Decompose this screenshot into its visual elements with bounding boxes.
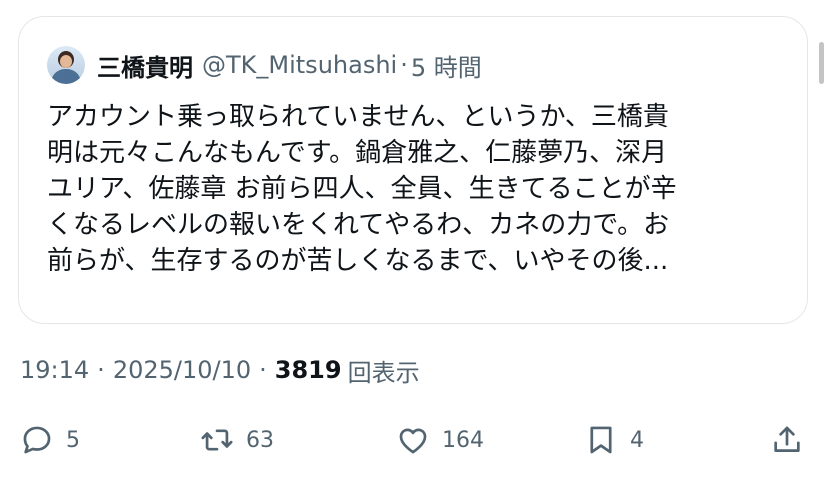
like-button[interactable]: 164 <box>396 418 484 462</box>
share-button[interactable] <box>770 418 804 462</box>
text-line: ユリア、佐藤章 お前ら四人、全員、生きてることが辛 <box>47 174 677 204</box>
views-label[interactable]: 回表示 <box>348 353 420 388</box>
separator-dot: · <box>97 356 105 384</box>
text-line: アカウント乗っ取られていません、というか、三橋貴 <box>47 102 669 132</box>
bookmark-icon <box>590 426 612 454</box>
post-date[interactable]: 2025/10/10 <box>113 356 251 384</box>
separator-dot: · <box>259 356 267 384</box>
separator-dot: · <box>400 51 408 79</box>
post-meta: 19:14 · 2025/10/10 · 3819 回表示 <box>20 352 420 388</box>
repost-count: 63 <box>246 427 274 453</box>
post-time[interactable]: 19:14 <box>20 356 89 384</box>
text-line: くなるレベルの報いをくれてやるわ、カネの力で。お <box>47 210 670 240</box>
action-bar: 5 63 164 4 <box>0 418 828 462</box>
avatar[interactable] <box>47 46 85 84</box>
quoted-post-header: 三橋貴明 @TK_Mitsuhashi · 5 時間 <box>47 45 482 85</box>
text-line: 明は元々こんなもんです。鍋倉雅之、仁藤夢乃、深月 <box>47 138 668 168</box>
views-count[interactable]: 3819 <box>275 356 342 384</box>
user-handle[interactable]: @TK_Mitsuhashi <box>202 51 397 79</box>
scrollbar[interactable] <box>819 42 824 84</box>
text-line: 前らが、生存するのが苦しくなるまで、いやその後... <box>47 246 669 276</box>
reply-count: 5 <box>66 427 80 453</box>
bookmark-count: 4 <box>630 427 644 453</box>
quoted-post-card[interactable]: 三橋貴明 @TK_Mitsuhashi · 5 時間 アカウント乗っ取られていま… <box>18 16 808 324</box>
repost-button[interactable]: 63 <box>200 418 274 462</box>
like-count: 164 <box>442 427 484 453</box>
post-time-ago[interactable]: 5 時間 <box>411 48 482 83</box>
reply-icon <box>23 426 51 454</box>
display-name[interactable]: 三橋貴明 <box>97 48 193 83</box>
repost-icon <box>201 429 233 451</box>
bookmark-button[interactable]: 4 <box>584 418 644 462</box>
heart-icon <box>399 428 427 454</box>
reply-button[interactable]: 5 <box>20 418 80 462</box>
share-icon <box>774 426 800 452</box>
quoted-post-text: アカウント乗っ取られていません、というか、三橋貴 明は元々こんなもんです。鍋倉雅… <box>47 99 787 279</box>
